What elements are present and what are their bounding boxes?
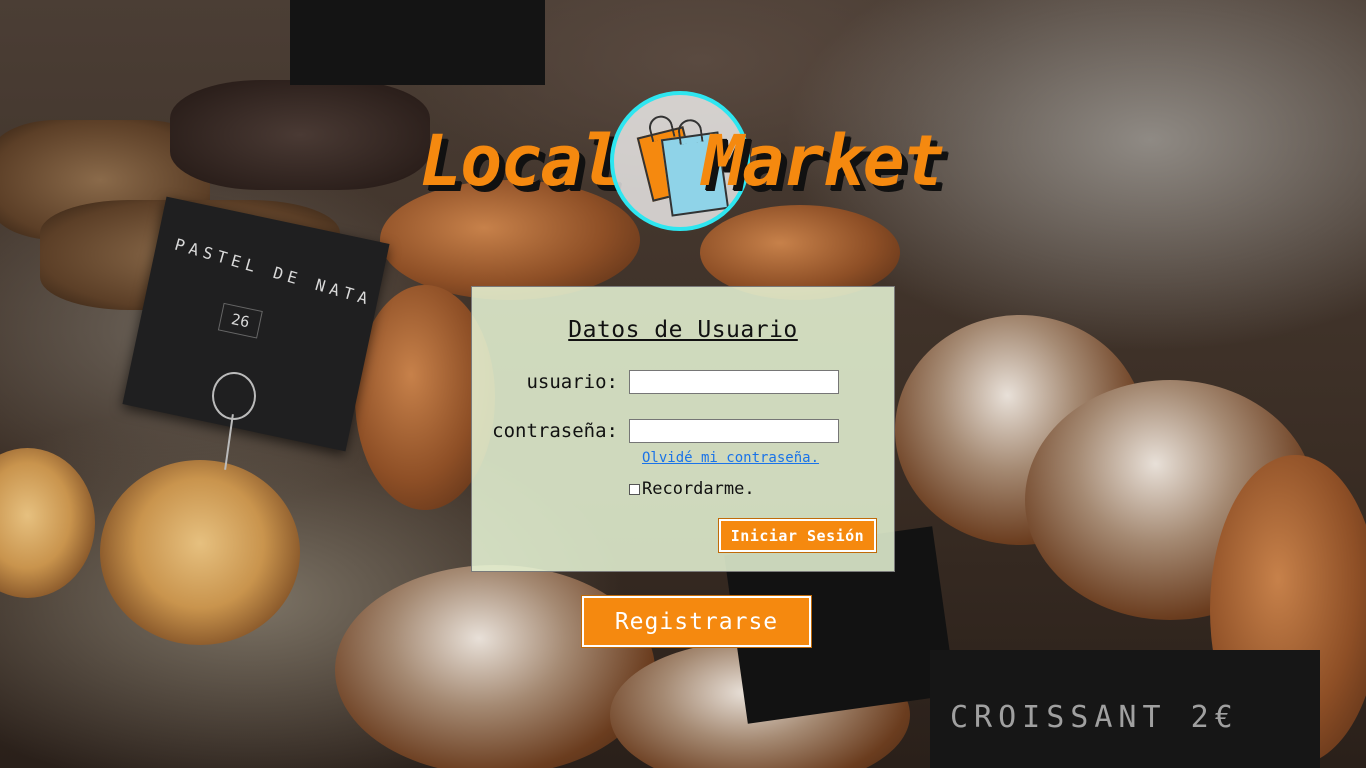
register-button[interactable]: Registrarse [581, 595, 812, 648]
password-input[interactable] [629, 419, 839, 443]
pastel-de-nata-sign: PASTEL DE NATA 26 [122, 196, 390, 452]
remember-me[interactable]: Recordarme. [629, 479, 755, 499]
remember-checkbox[interactable] [629, 483, 640, 495]
username-input[interactable] [629, 370, 839, 394]
sign-text: PASTEL DE NATA [172, 234, 375, 310]
logo-word-market: Market [702, 120, 945, 202]
login-panel: Datos de Usuario usuario: contraseña: Ol… [471, 286, 895, 572]
pastel-de-nata [0, 448, 95, 598]
pastel-de-nata [100, 460, 300, 645]
sign-holder [212, 372, 256, 420]
username-label: usuario: [526, 371, 618, 393]
login-button[interactable]: Iniciar Sesión [718, 518, 877, 553]
price-sign-top [290, 0, 545, 85]
forgot-password-link[interactable]: Olvidé mi contraseña. [642, 450, 819, 466]
croissant-sign-text: CROISSANT 2€ [950, 700, 1239, 735]
logo-word-local: Local [420, 120, 623, 202]
sign-price: 26 [217, 302, 263, 339]
login-title: Datos de Usuario [568, 317, 798, 343]
password-label: contraseña: [492, 420, 618, 442]
chocolate-cookies [170, 80, 430, 190]
remember-label: Recordarme. [642, 479, 755, 499]
local-market-logo: Local Market [420, 90, 1000, 240]
croissant-sign: CROISSANT 2€ [930, 650, 1320, 768]
